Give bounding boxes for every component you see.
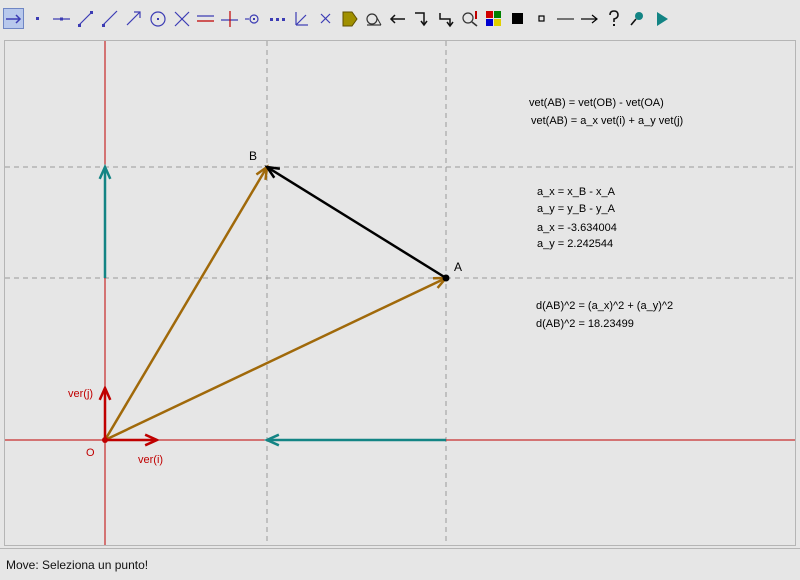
tool-refresh-button[interactable] bbox=[435, 8, 456, 29]
tool-thin-line-button[interactable] bbox=[555, 8, 576, 29]
help-question-icon bbox=[609, 9, 619, 26]
tool-move-button[interactable] bbox=[3, 7, 24, 29]
move-arrow-icon bbox=[6, 13, 22, 24]
tool-vector-button[interactable] bbox=[123, 8, 144, 29]
angle-icon bbox=[295, 11, 308, 26]
perpendicular-line-icon bbox=[221, 10, 238, 27]
label-point-a: A bbox=[454, 260, 462, 274]
dotted-line-icon bbox=[270, 17, 285, 21]
vector-ob[interactable] bbox=[103, 164, 269, 441]
play-icon bbox=[657, 11, 668, 26]
arrow-line-icon bbox=[581, 14, 598, 23]
tool-arrow-line-button[interactable] bbox=[579, 8, 600, 29]
refresh-arrow-icon bbox=[439, 12, 454, 27]
undo-arrow-icon bbox=[389, 13, 405, 24]
vectors bbox=[98, 163, 449, 447]
measure-icon bbox=[366, 12, 382, 26]
tool-fill-button[interactable] bbox=[507, 8, 528, 29]
point-labels: A B O ver(i) ver(j) bbox=[68, 149, 462, 466]
small-square-icon bbox=[538, 14, 545, 22]
tool-play-button[interactable] bbox=[651, 8, 672, 29]
equation-ay-value: a_y = 2.242544 bbox=[537, 238, 613, 250]
tool-pin-button[interactable] bbox=[627, 8, 648, 29]
label-point-o: O bbox=[86, 447, 95, 459]
drawing-canvas[interactable]: A B O ver(i) ver(j) vet(AB) = vet(OB) - … bbox=[4, 40, 796, 546]
tool-help-button[interactable] bbox=[603, 8, 624, 29]
label-ver-i: ver(i) bbox=[138, 454, 163, 466]
tool-angle-button[interactable] bbox=[291, 8, 312, 29]
vector-ab[interactable] bbox=[264, 165, 447, 280]
equation-distance-formula: d(AB)^2 = (a_x)^2 + (a_y)^2 bbox=[536, 300, 673, 312]
pin-icon bbox=[630, 11, 643, 26]
tool-circle-button[interactable] bbox=[147, 8, 168, 29]
line-icon bbox=[53, 17, 70, 20]
tool-label-button[interactable] bbox=[339, 8, 360, 29]
equations-panel: vet(AB) = vet(OB) - vet(OA) vet(AB) = a_… bbox=[529, 97, 683, 330]
tool-parallel-button[interactable] bbox=[195, 8, 216, 29]
filled-square-icon bbox=[512, 12, 523, 24]
equation-ax-value: a_x = -3.634004 bbox=[537, 222, 617, 234]
tool-colors-button[interactable] bbox=[483, 8, 504, 29]
circle-icon bbox=[150, 10, 166, 27]
tool-small-point-button[interactable] bbox=[531, 8, 552, 29]
equation-distance-value: d(AB)^2 = 18.23499 bbox=[536, 318, 634, 330]
tool-zoom-button[interactable] bbox=[459, 8, 480, 29]
equation-ay-def: a_y = y_B - y_A bbox=[537, 203, 616, 215]
equation-vet-ab-components: vet(AB) = a_x vet(i) + a_y vet(j) bbox=[531, 115, 683, 127]
tool-undo-button[interactable] bbox=[387, 8, 408, 29]
label-ver-j: ver(j) bbox=[68, 388, 93, 400]
redo-arrow-icon bbox=[415, 11, 428, 26]
zoom-icon bbox=[462, 10, 478, 27]
tool-point-button[interactable] bbox=[27, 8, 48, 29]
parallel-line-icon bbox=[197, 14, 214, 22]
point-a[interactable] bbox=[442, 274, 450, 282]
point-icon bbox=[36, 16, 39, 20]
midpoint-icon bbox=[245, 13, 259, 24]
tool-redo-button[interactable] bbox=[411, 8, 432, 29]
tool-perpendicular-button[interactable] bbox=[219, 8, 240, 29]
vector-icon bbox=[126, 10, 141, 25]
vector-component-y[interactable] bbox=[98, 163, 112, 278]
label-point-b: B bbox=[249, 149, 257, 163]
tool-midpoint-button[interactable] bbox=[243, 8, 264, 29]
label-tag-icon bbox=[342, 11, 358, 26]
equation-ax-def: a_x = x_B - x_A bbox=[537, 186, 616, 198]
vector-component-x[interactable] bbox=[263, 433, 446, 447]
color-palette-icon bbox=[486, 10, 501, 26]
tool-delete-button[interactable] bbox=[315, 8, 336, 29]
tool-ray-button[interactable] bbox=[99, 8, 120, 29]
ray-icon bbox=[102, 10, 118, 27]
toolbar bbox=[0, 0, 800, 36]
tool-measure-button[interactable] bbox=[363, 8, 384, 29]
tool-intersection-button[interactable] bbox=[171, 8, 192, 29]
equation-vet-ab-diff: vet(AB) = vet(OB) - vet(OA) bbox=[529, 97, 664, 109]
tool-line-button[interactable] bbox=[51, 8, 72, 29]
delete-x-icon bbox=[320, 13, 331, 23]
thin-line-icon bbox=[557, 18, 574, 19]
status-bar: Move: Seleziona un punto! bbox=[0, 548, 800, 580]
tool-segment-button[interactable] bbox=[75, 8, 96, 29]
status-message: Move: Seleziona un punto! bbox=[6, 558, 149, 572]
tool-points-on-line-button[interactable] bbox=[267, 8, 288, 29]
segment-icon bbox=[78, 10, 93, 27]
vector-oa[interactable] bbox=[104, 276, 449, 442]
point-o[interactable] bbox=[102, 437, 108, 443]
intersection-icon bbox=[174, 11, 190, 26]
